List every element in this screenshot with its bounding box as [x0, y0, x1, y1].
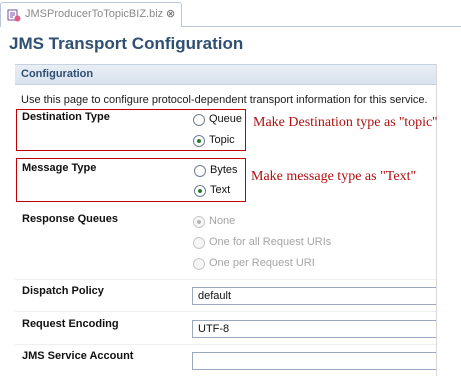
radio-label: One per Request URI: [209, 257, 315, 269]
radio-label: Topic: [209, 134, 235, 146]
jms-service-account-field[interactable]: [192, 352, 436, 370]
divider: [15, 311, 436, 312]
configuration-section-header[interactable]: Configuration: [15, 64, 436, 85]
editor-tab[interactable]: JMSProducerToTopicBIZ.biz ⊗: [0, 2, 182, 27]
biz-file-icon: [7, 9, 21, 22]
radio-label: Bytes: [210, 164, 238, 176]
editor-tab-title: JMSProducerToTopicBIZ.biz: [25, 8, 164, 20]
divider: [15, 279, 436, 280]
message-type-label: Message Type: [22, 162, 97, 174]
radio-button-selected[interactable]: [193, 216, 205, 228]
right-border: [436, 64, 437, 376]
section-title: Configuration: [21, 68, 94, 80]
destination-type-annotation: Make Destination type as ''topic'': [253, 115, 438, 130]
radio-button[interactable]: [194, 165, 206, 177]
radio-button-selected[interactable]: [193, 135, 205, 147]
editor-tab-bar: JMSProducerToTopicBIZ.biz ⊗: [0, 0, 461, 27]
radio-button[interactable]: [193, 237, 205, 249]
radio-label: Text: [210, 184, 231, 196]
tab-divider: [182, 26, 461, 27]
radio-label: None: [209, 215, 236, 227]
dispatch-policy-field[interactable]: default: [192, 287, 436, 305]
page-title: JMS Transport Configuration: [9, 34, 244, 53]
radio-label: Queue: [209, 113, 243, 125]
radio-label: One for all Request URIs: [209, 236, 332, 248]
request-encoding-value: UTF-8: [198, 323, 230, 335]
destination-type-label: Destination Type: [22, 111, 110, 123]
response-queues-label: Response Queues: [22, 213, 118, 225]
message-type-annotation: Make message type as "Text": [251, 169, 417, 184]
close-icon[interactable]: ⊗: [166, 7, 175, 20]
request-encoding-field[interactable]: UTF-8: [192, 320, 436, 338]
radio-button[interactable]: [193, 114, 205, 126]
jms-service-account-label: JMS Service Account: [22, 350, 134, 362]
dispatch-policy-value: default: [198, 290, 232, 302]
divider: [15, 344, 436, 345]
request-encoding-label: Request Encoding: [22, 318, 119, 330]
section-description: Use this page to configure protocol-depe…: [21, 94, 428, 106]
radio-button[interactable]: [193, 258, 205, 270]
dispatch-policy-label: Dispatch Policy: [22, 285, 104, 297]
radio-button-selected[interactable]: [194, 185, 206, 197]
